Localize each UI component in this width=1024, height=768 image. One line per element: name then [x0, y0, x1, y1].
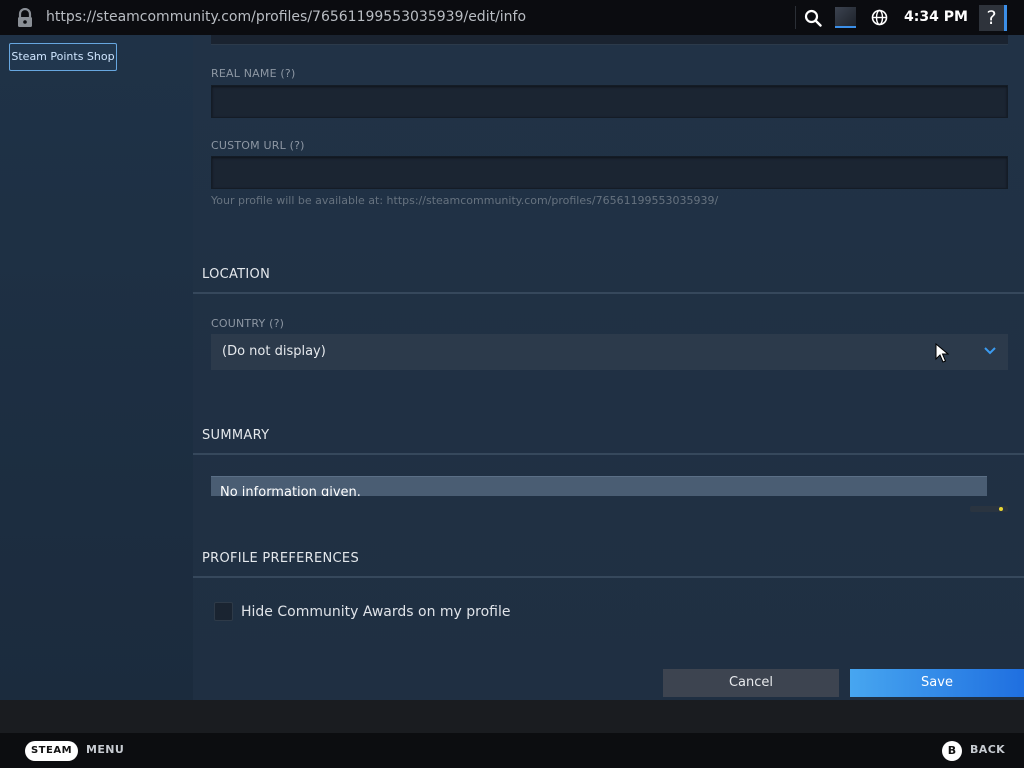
save-button[interactable]: Save [850, 669, 1024, 697]
mouse-cursor-icon [935, 343, 949, 363]
toolbar-divider [795, 6, 796, 29]
summary-divider [193, 453, 1024, 455]
help-button[interactable]: ? [979, 5, 1007, 31]
content-bottom-gap [0, 700, 1024, 733]
resize-indicator-dot [999, 507, 1003, 511]
country-select[interactable]: (Do not display) [211, 334, 1008, 370]
hide-awards-checkbox[interactable] [214, 602, 233, 621]
location-divider [193, 292, 1024, 294]
country-selected-value: (Do not display) [222, 344, 326, 359]
window-thumbnail[interactable] [835, 7, 856, 28]
menu-label[interactable]: MENU [86, 743, 124, 756]
steam-points-shop-button[interactable]: Steam Points Shop [9, 43, 117, 71]
search-icon[interactable] [804, 9, 822, 27]
b-button-glyph[interactable]: B [942, 741, 962, 761]
custom-url-label[interactable]: CUSTOM URL (?) [211, 139, 305, 152]
summary-textarea[interactable]: No information given. [211, 476, 987, 496]
custom-url-input[interactable] [211, 156, 1008, 189]
globe-icon[interactable] [871, 9, 888, 26]
custom-url-hint: Your profile will be available at: https… [211, 194, 719, 207]
lock-icon [18, 8, 32, 27]
location-section-title: LOCATION [202, 267, 271, 282]
profile-edit-page: Steam Points Shop REAL NAME (?) CUSTOM U… [0, 35, 1024, 700]
profile-preferences-title: PROFILE PREFERENCES [202, 551, 359, 566]
summary-text: No information given. [220, 485, 361, 496]
left-sidebar: Steam Points Shop [0, 35, 193, 700]
edit-form: REAL NAME (?) CUSTOM URL (?) Your profil… [193, 35, 1024, 700]
textarea-resize-handle[interactable] [970, 506, 1008, 512]
real-name-input[interactable] [211, 85, 1008, 118]
steam-button-glyph[interactable]: STEAM [25, 741, 78, 761]
clock-time: 4:34 PM [904, 9, 968, 25]
hide-awards-label[interactable]: Hide Community Awards on my profile [241, 604, 511, 620]
summary-section-title: SUMMARY [202, 428, 270, 443]
back-label[interactable]: BACK [970, 743, 1005, 756]
cancel-button[interactable]: Cancel [663, 669, 839, 697]
chevron-down-icon [984, 347, 996, 355]
browser-top-bar: https://steamcommunity.com/profiles/7656… [0, 0, 1024, 35]
preferences-divider [193, 576, 1024, 578]
profile-name-input-partial[interactable] [211, 35, 1008, 45]
country-label[interactable]: COUNTRY (?) [211, 317, 284, 330]
real-name-label[interactable]: REAL NAME (?) [211, 67, 295, 80]
controller-hint-bar: STEAM MENU B BACK [0, 733, 1024, 768]
address-bar-url[interactable]: https://steamcommunity.com/profiles/7656… [46, 9, 526, 25]
